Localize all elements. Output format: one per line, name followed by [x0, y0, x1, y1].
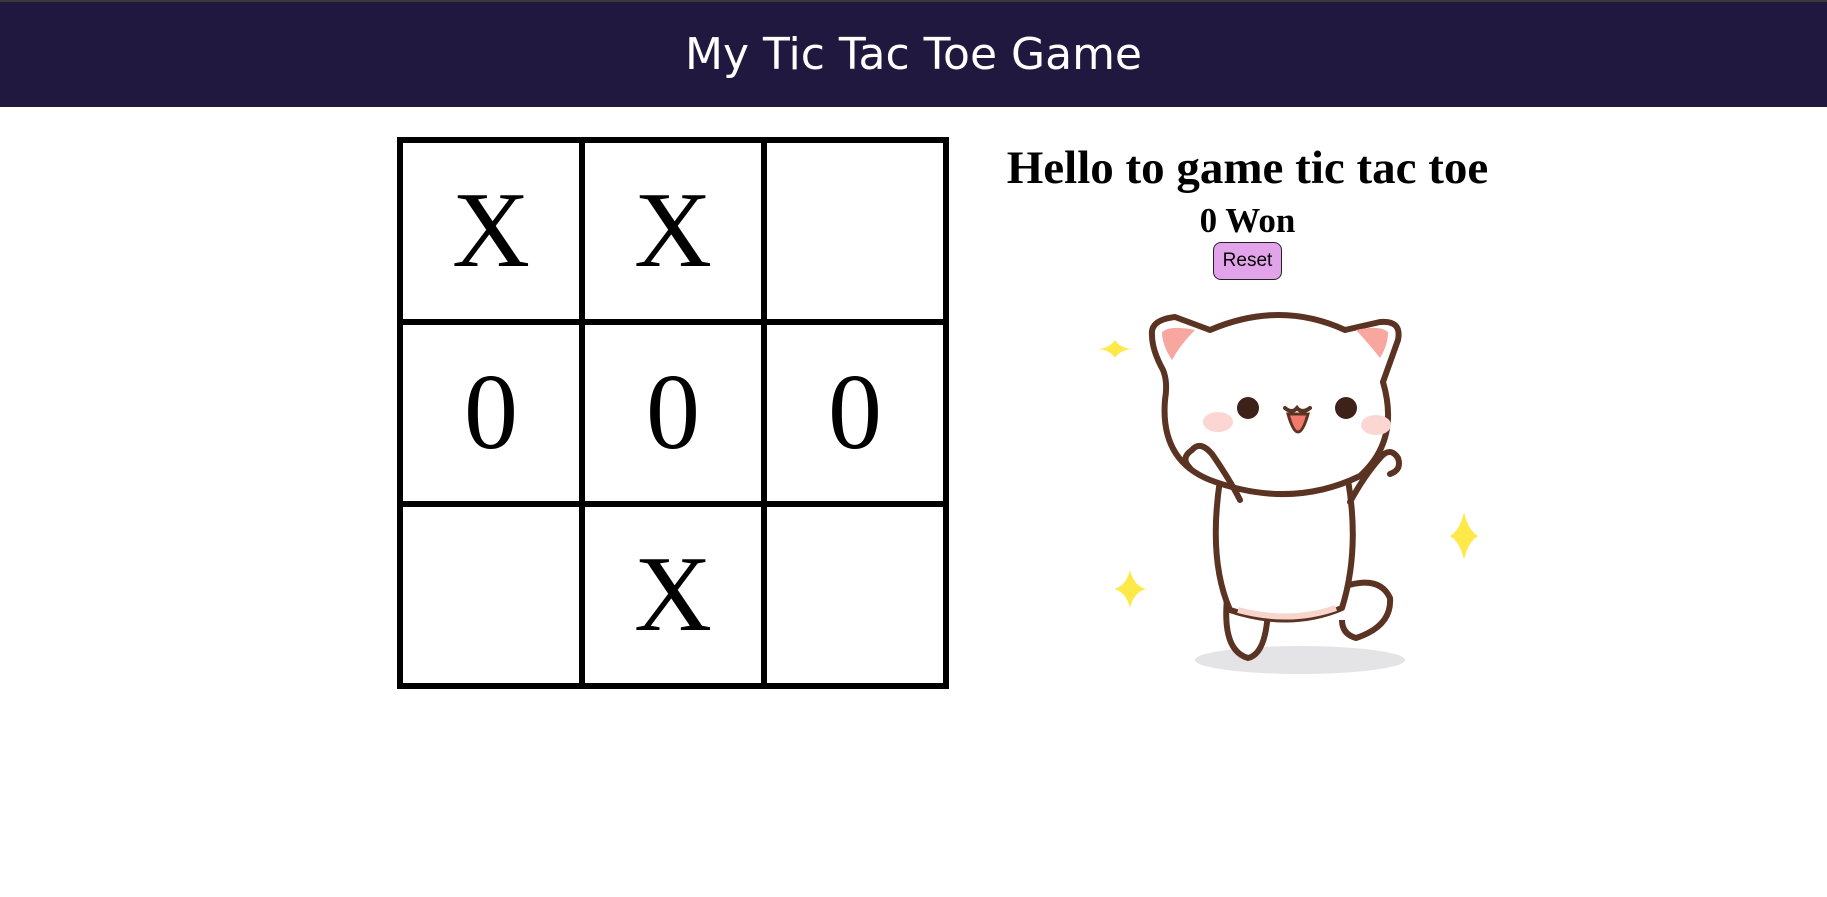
page-header: My Tic Tac Toe Game — [0, 2, 1827, 107]
board-cell-8[interactable]: X — [582, 504, 764, 686]
sparkle-icon — [1098, 340, 1132, 358]
happy-cat-illustration — [1080, 290, 1500, 690]
sparkle-icon — [1114, 570, 1146, 608]
board-cell-3[interactable] — [764, 140, 946, 322]
side-panel: Hello to game tic tac toe 0 Won Reset — [980, 140, 1515, 280]
board-cell-9[interactable] — [764, 504, 946, 686]
board-cell-6[interactable]: 0 — [764, 322, 946, 504]
greeting-heading: Hello to game tic tac toe — [1006, 142, 1489, 194]
board-cell-4[interactable]: 0 — [400, 322, 582, 504]
board-cell-1[interactable]: X — [400, 140, 582, 322]
board-cell-2[interactable]: X — [582, 140, 764, 322]
board-cell-7[interactable] — [400, 504, 582, 686]
reset-button[interactable]: Reset — [1212, 242, 1283, 280]
page-title: My Tic Tac Toe Game — [684, 29, 1142, 80]
sparkle-icon — [1450, 512, 1478, 560]
board-cell-5[interactable]: 0 — [582, 322, 764, 504]
score-text: 0 Won — [1199, 201, 1296, 240]
game-board: X X 0 0 0 X — [397, 137, 949, 689]
